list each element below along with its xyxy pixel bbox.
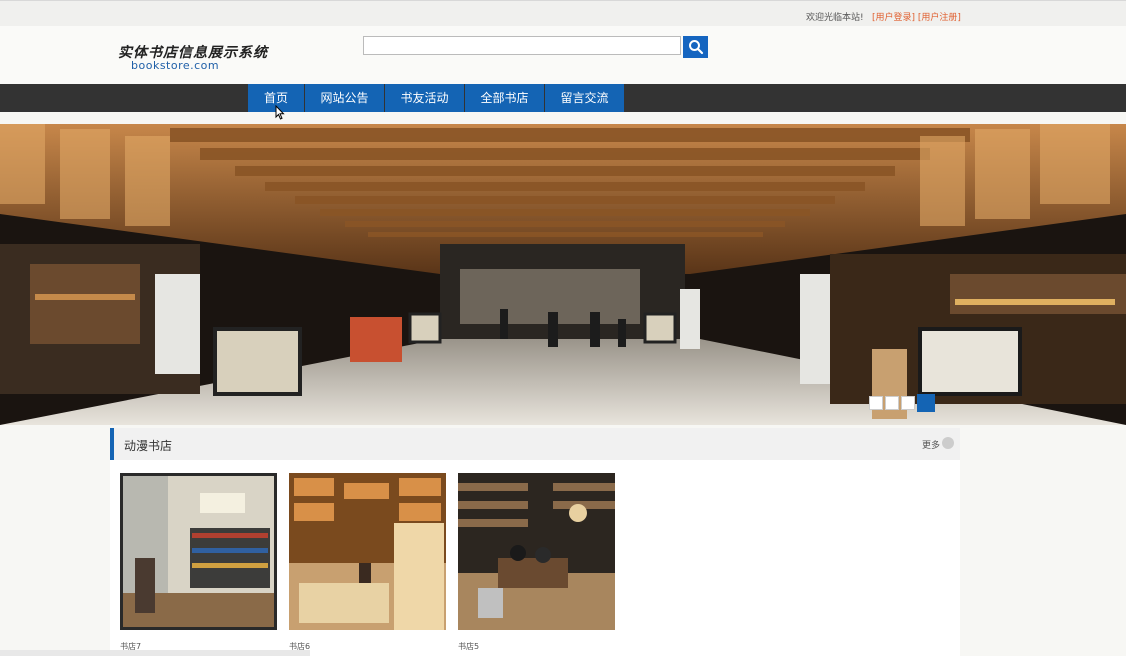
- slide-dot-3[interactable]: [901, 396, 915, 410]
- slide-dot-1[interactable]: [869, 396, 883, 410]
- nav-item-all-stores[interactable]: 全部书店: [465, 84, 544, 112]
- login-link[interactable]: [用户登录]: [872, 13, 915, 23]
- hero-banner[interactable]: [0, 124, 1126, 425]
- slide-dot-4[interactable]: [917, 394, 935, 412]
- bookstore-hall-image: [0, 124, 1126, 425]
- header: 实体书店信息展示系统 bookstore.com: [0, 26, 1126, 84]
- store-card[interactable]: 书店6: [289, 473, 446, 652]
- store-card[interactable]: 书店7: [120, 473, 277, 652]
- nav-item-reader-events[interactable]: 书友活动: [385, 84, 464, 112]
- section-header: 动漫书店 更多: [110, 428, 960, 460]
- welcome-text: 欢迎光临本站!: [806, 13, 864, 23]
- search-icon: [688, 40, 703, 55]
- section-title: 动漫书店: [124, 439, 173, 453]
- account-links: [用户登录] [用户注册]: [872, 10, 961, 23]
- more-circle-icon[interactable]: [942, 437, 954, 449]
- nav-item-messages[interactable]: 留言交流: [545, 84, 624, 112]
- status-bar: [0, 650, 310, 656]
- store-name[interactable]: 书店5: [458, 641, 615, 652]
- top-bar: 欢迎光临本站! [用户登录] [用户注册]: [0, 0, 1126, 27]
- mouse-cursor-icon: [275, 105, 285, 120]
- main-nav: 首页 网站公告 书友活动 全部书店 留言交流: [0, 84, 1126, 112]
- slide-indicators: [869, 394, 935, 412]
- store-5-image[interactable]: [458, 473, 615, 630]
- nav-item-announcements[interactable]: 网站公告: [305, 84, 384, 112]
- search-input[interactable]: [363, 36, 681, 55]
- register-link[interactable]: [用户注册]: [918, 13, 961, 23]
- anime-bookstore-section: 动漫书店 更多 书店7 书店6 书店5: [110, 428, 960, 656]
- store-6-image[interactable]: [289, 473, 446, 630]
- search-button[interactable]: [683, 36, 708, 58]
- site-logo-domain: bookstore.com: [131, 59, 220, 72]
- more-link[interactable]: 更多: [922, 438, 940, 451]
- store-card[interactable]: 书店5: [458, 473, 615, 652]
- store-7-image[interactable]: [120, 473, 277, 630]
- slide-dot-2[interactable]: [885, 396, 899, 410]
- store-name[interactable]: 书店6: [289, 641, 446, 652]
